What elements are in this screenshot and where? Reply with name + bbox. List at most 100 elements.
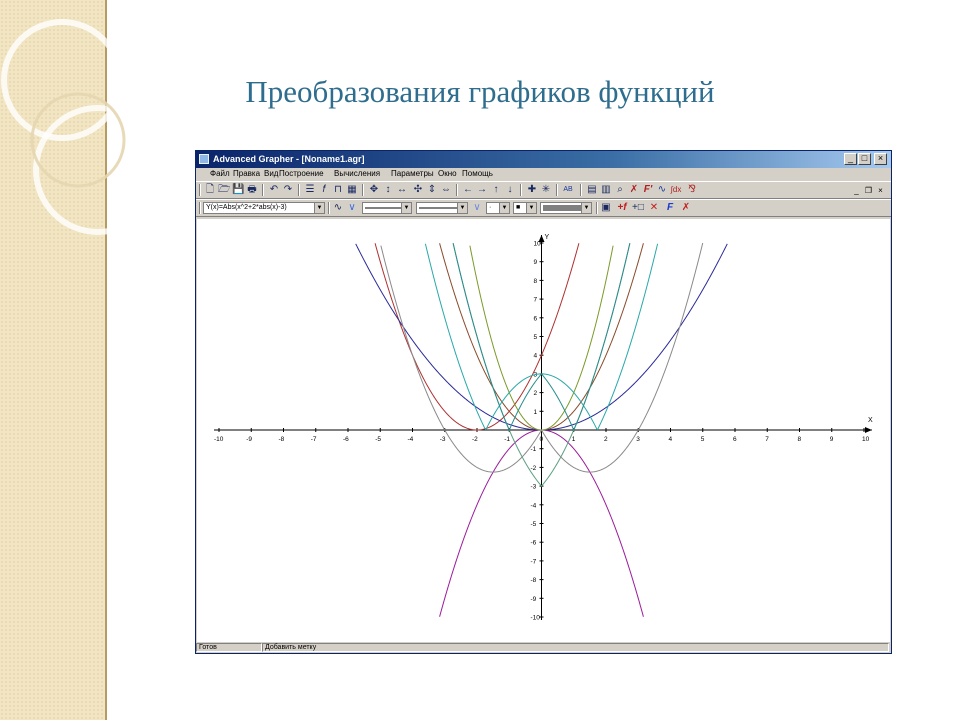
menu-help[interactable]: Помощь (462, 168, 493, 180)
tangent-icon[interactable]: ✗ (628, 183, 640, 197)
save-icon[interactable]: 💾 (232, 183, 244, 197)
settings-icon[interactable]: ▣ (600, 201, 612, 215)
toolbar-separator (262, 184, 264, 196)
arrow-down-icon[interactable]: ↓ (504, 183, 516, 197)
table-icon[interactable]: ⊓ (332, 183, 344, 197)
move-all-icon[interactable]: ✣ (412, 183, 424, 197)
x-tick-label: 3 (636, 436, 640, 443)
measure-icon[interactable]: ⌕ (614, 183, 626, 197)
toolbar-separator (362, 184, 364, 196)
x-tick-label: -8 (279, 436, 285, 443)
y-tick-label: 7 (534, 297, 538, 304)
menu-window[interactable]: Окно (438, 168, 457, 180)
toolbar-separator (298, 184, 300, 196)
chevron-down-icon: ▼ (499, 203, 509, 213)
x-tick-label: -2 (472, 436, 478, 443)
decorative-circles (1, 19, 140, 235)
chevron-down-icon: ▼ (526, 203, 536, 213)
x-tick-label: 5 (701, 436, 705, 443)
status-bar: Готов Добавить метку (196, 642, 891, 653)
fraction-icon[interactable]: ⅋ (686, 183, 698, 197)
x-tick-label: -4 (408, 436, 414, 443)
toolbar-separator (556, 184, 558, 196)
chevron-down-icon: ▼ (457, 203, 467, 213)
maximize-button[interactable]: □ (858, 153, 871, 165)
move-icon[interactable]: ✥ (368, 183, 380, 197)
x-tick-label: -9 (246, 436, 252, 443)
y-tick-label: -9 (531, 596, 537, 603)
open-file-icon[interactable]: 🗁 (218, 183, 230, 197)
line-width-combo[interactable]: ▼ (416, 202, 468, 214)
y-tick-label: 2 (534, 390, 538, 397)
stretch-vertical-icon[interactable]: ↕ (382, 183, 394, 197)
stretch-horizontal-icon[interactable]: ↔ (396, 183, 408, 197)
function-list-icon[interactable]: ☰ (304, 183, 316, 197)
curve-icon[interactable]: ∿ (656, 183, 668, 197)
y-tick-label: -5 (531, 521, 537, 528)
menu-calculations[interactable]: Вычисления (334, 168, 380, 180)
integral-icon[interactable]: ∫dx (670, 183, 682, 197)
y-axis-label: Y (545, 234, 550, 241)
menu-parameters[interactable]: Параметры (391, 168, 434, 180)
document-icon[interactable]: ▤ (586, 183, 598, 197)
slide-title: Преобразования графиков функций (245, 74, 715, 109)
menu-edit[interactable]: Правка (233, 168, 260, 180)
advanced-grapher-window: Advanced Grapher - [Noname1.agr] _ □ × Ф… (195, 150, 892, 654)
close-button[interactable]: × (874, 153, 887, 165)
toolbar-separator (328, 202, 330, 214)
point-combo[interactable]: · ▼ (486, 202, 510, 214)
menu-build[interactable]: Построение (279, 168, 324, 180)
x-tick-label: -7 (311, 436, 317, 443)
y-tick-label: 8 (534, 278, 538, 285)
window-titlebar[interactable]: Advanced Grapher - [Noname1.agr] _ □ × (196, 151, 891, 168)
y-tick-label: -3 (531, 484, 537, 491)
toolbar-separator (199, 202, 201, 214)
redo-icon[interactable]: ↷ (282, 183, 294, 197)
line-style-preview (365, 207, 403, 209)
f-blue-icon[interactable]: F (664, 201, 676, 215)
minimize-button[interactable]: _ (844, 153, 857, 165)
plot-area[interactable]: X Y -10 -9 -8 -7 -6 -5 -4 -3 -2 -1 0 1 2 3 4 5 6 7 8 9 10 10 9 8 7… (197, 219, 890, 642)
main-toolbar: 🗋 🗁 💾 🖶 ↶ ↷ ☰ 𝑓 ⊓ ▦ ✥ ↕ ↔ ✣ ⇕ ⇔ ← → ↑ ↓ … (196, 181, 891, 199)
y-tick-label: -2 (531, 465, 537, 472)
shrink-horizontal-icon[interactable]: ⇔ (440, 183, 452, 197)
tangent-red-icon[interactable]: ✗ (680, 201, 692, 215)
shrink-vertical-icon[interactable]: ⇕ (426, 183, 438, 197)
crosshair-icon[interactable]: ✚ (526, 183, 538, 197)
y-tick-label: -10 (531, 615, 541, 622)
marker-combo[interactable]: ■ ▼ (513, 202, 537, 214)
function-graph: XY-10 -9 -8 -7 -6 -5 -4 -3 -2 -1 0 1 2 3 4 5 6 7 8 9 1010987… (214, 234, 873, 622)
label-icon[interactable]: AB (562, 183, 574, 197)
delete-icon[interactable]: ✕ (648, 201, 660, 215)
arrow-left-icon[interactable]: ← (462, 183, 474, 197)
x-tick-label: -1 (504, 436, 510, 443)
new-file-icon[interactable]: 🗋 (204, 183, 216, 197)
menu-file[interactable]: Файл (210, 168, 230, 180)
arrow-up-icon[interactable]: ↑ (490, 183, 502, 197)
point-combo-value: · (489, 204, 492, 211)
y-tick-label: 10 (534, 241, 542, 248)
menu-bar: Файл Правка Вид Построение Вычисления Па… (196, 168, 891, 195)
y-tick-label: -1 (531, 446, 537, 453)
y-tick-label: 5 (534, 334, 538, 341)
color-combo[interactable]: ▼ (540, 202, 592, 214)
y-tick-label: 9 (534, 259, 538, 266)
add-function-icon[interactable]: 𝑓 (318, 183, 330, 197)
arrow-right-icon[interactable]: → (476, 183, 488, 197)
add-function-red-icon[interactable]: +f (616, 201, 628, 215)
undo-icon[interactable]: ↶ (268, 183, 280, 197)
derivative-icon[interactable]: F' (642, 183, 654, 197)
print-icon[interactable]: 🖶 (246, 183, 258, 197)
x-tick-label: 9 (830, 436, 834, 443)
point-style-icon[interactable]: ∨ (471, 201, 483, 215)
function-combo[interactable]: Y(x)=Abs(x^2+2*abs(x)-3) ▼ (203, 202, 325, 214)
line-style-combo[interactable]: ▼ (362, 202, 412, 214)
curve-style-2-icon[interactable]: ∨ (346, 201, 358, 215)
grid-icon[interactable]: ▦ (346, 183, 358, 197)
curve-style-icon[interactable]: ∿ (332, 201, 344, 215)
zoom-icon[interactable]: ✳ (540, 183, 552, 197)
toolbar-separator (456, 184, 458, 196)
table-view-icon[interactable]: ▥ (600, 183, 612, 197)
add-point-icon[interactable]: +□ (632, 201, 644, 215)
menu-view[interactable]: Вид (264, 168, 278, 180)
